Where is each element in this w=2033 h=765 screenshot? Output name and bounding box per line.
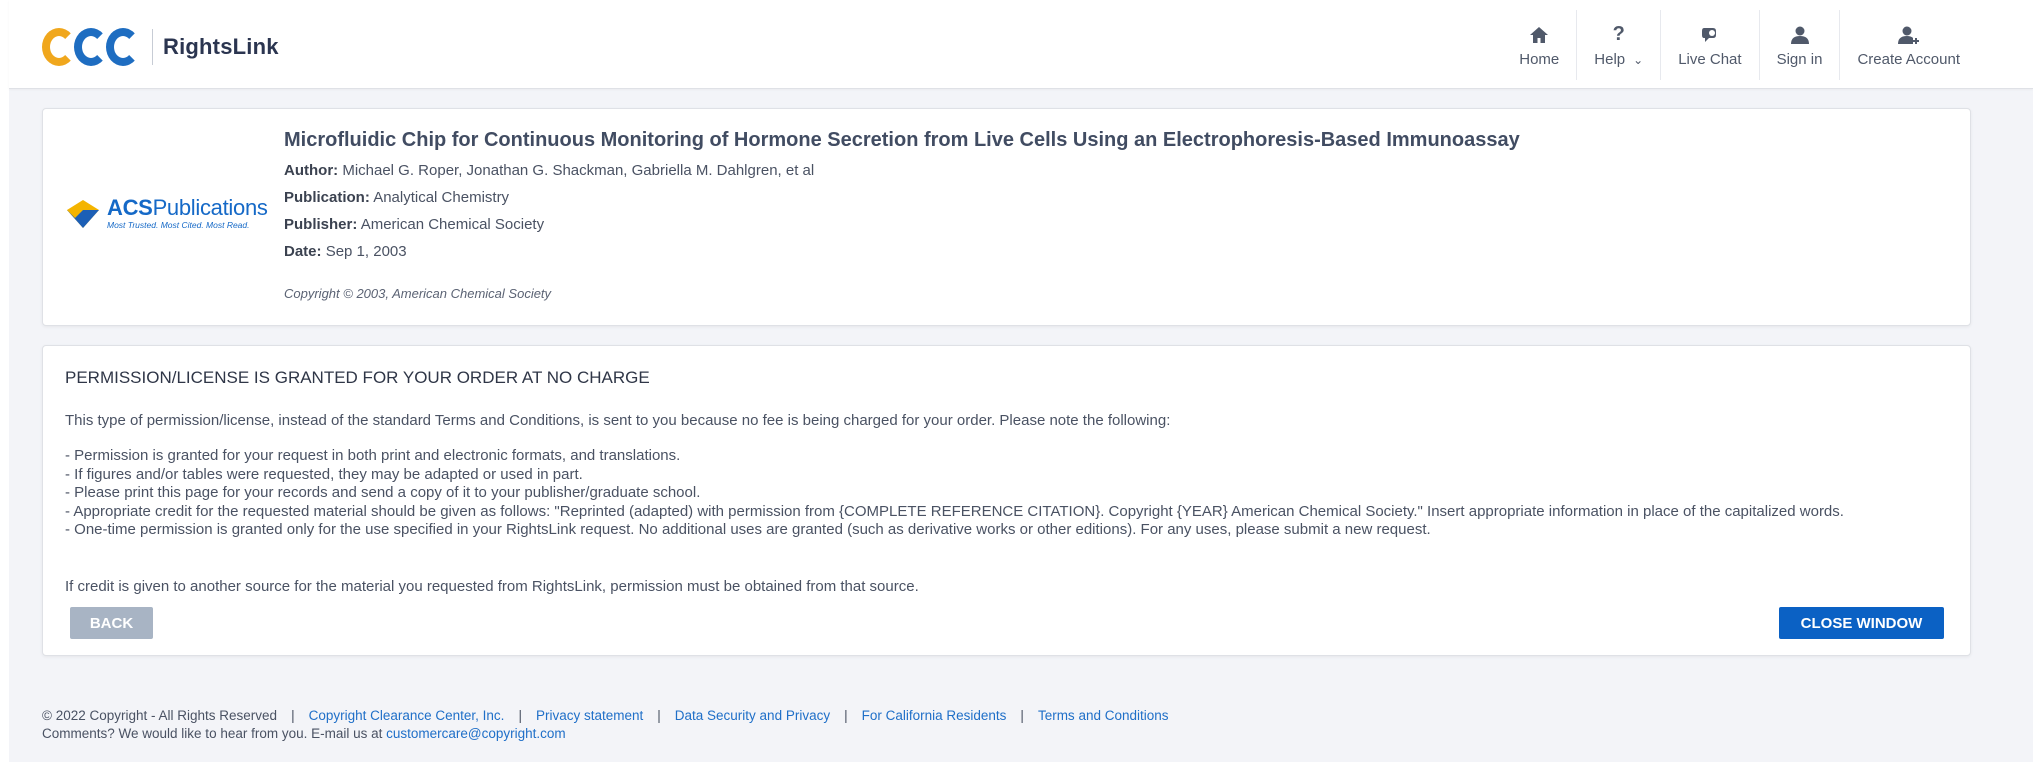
user-icon	[1788, 23, 1812, 47]
footer-link-california[interactable]: For California Residents	[862, 708, 1007, 723]
nav-create-account[interactable]: Create Account	[1839, 10, 1977, 80]
question-icon: ?	[1612, 23, 1625, 45]
permission-card: PERMISSION/LICENSE IS GRANTED FOR YOUR O…	[42, 345, 1971, 656]
footer-comments: Comments? We would like to hear from you…	[42, 726, 383, 741]
article-details: Microfluidic Chip for Continuous Monitor…	[284, 129, 1520, 301]
acs-logo-tagline: Most Trusted. Most Cited. Most Read.	[107, 220, 250, 230]
back-button[interactable]: BACK	[70, 607, 153, 639]
article-publisher: Publisher: American Chemical Society	[284, 216, 545, 233]
page-footer: © 2022 Copyright - All Rights Reserved |…	[42, 708, 1169, 741]
list-item: - Please print this page for your record…	[65, 484, 701, 502]
article-title: Microfluidic Chip for Continuous Monitor…	[284, 129, 1520, 151]
list-item: - One-time permission is granted only fo…	[65, 521, 1431, 539]
product-name: RightsLink	[163, 34, 279, 59]
acs-publications-logo: ACSPublications Most Trusted. Most Cited…	[65, 197, 268, 230]
nav-create-account-label: Create Account	[1857, 50, 1960, 68]
footer-link-terms[interactable]: Terms and Conditions	[1038, 708, 1169, 723]
acs-logo-mark	[67, 199, 99, 228]
article-copyright: Copyright © 2003, American Chemical Soci…	[284, 286, 552, 301]
footer-link-ccc[interactable]: Copyright Clearance Center, Inc.	[309, 708, 505, 723]
credit-note: If credit is given to another source for…	[65, 578, 919, 595]
footer-link-data-security[interactable]: Data Security and Privacy	[675, 708, 830, 723]
nav-home[interactable]: Home	[1502, 10, 1576, 80]
footer-link-privacy[interactable]: Privacy statement	[536, 708, 643, 723]
ccc-rightslink-logo[interactable]: RightsLink	[42, 28, 279, 66]
permission-terms-list: - Permission is granted for your request…	[65, 447, 1955, 540]
user-add-icon	[1897, 23, 1921, 47]
ccc-logo-mark	[42, 28, 140, 66]
nav-live-chat[interactable]: Live Chat	[1660, 10, 1758, 80]
acs-logo-title: ACSPublications	[107, 195, 268, 220]
top-header: RightsLink Home ? Help ⌄ Live Chat Sign i…	[9, 0, 2033, 89]
nav-live-chat-label: Live Chat	[1678, 50, 1742, 68]
list-item: - Permission is granted for your request…	[65, 447, 681, 464]
list-item: - If figures and/or tables were requeste…	[65, 465, 583, 483]
chat-icon	[1698, 23, 1722, 47]
list-item: - Appropriate credit for the requested m…	[65, 502, 1844, 520]
chevron-down-icon: ⌄	[1633, 52, 1644, 67]
nav-sign-in-label: Sign in	[1776, 50, 1823, 68]
logo-divider	[152, 29, 153, 65]
header-nav: Home ? Help ⌄ Live Chat Sign in Create Ac…	[1502, 10, 1977, 80]
permission-heading: PERMISSION/LICENSE IS GRANTED FOR YOUR O…	[65, 368, 650, 387]
nav-sign-in[interactable]: Sign in	[1758, 10, 1840, 80]
permission-lead: This type of permission/license, instead…	[65, 412, 1171, 429]
nav-help-label: Help ⌄	[1594, 50, 1644, 68]
article-publication: Publication: Analytical Chemistry	[284, 189, 510, 206]
close-window-button[interactable]: CLOSE WINDOW	[1779, 607, 1944, 639]
article-info-card: ACSPublications Most Trusted. Most Cited…	[42, 108, 1971, 326]
footer-email-link[interactable]: customercare@copyright.com	[386, 726, 566, 741]
article-date: Date: Sep 1, 2003	[284, 243, 407, 260]
nav-help[interactable]: ? Help ⌄	[1576, 10, 1660, 80]
home-icon	[1527, 23, 1551, 47]
footer-copyright: © 2022 Copyright - All Rights Reserved	[42, 708, 278, 723]
article-author: Author: Michael G. Roper, Jonathan G. Sh…	[284, 162, 815, 179]
nav-home-label: Home	[1519, 50, 1560, 68]
